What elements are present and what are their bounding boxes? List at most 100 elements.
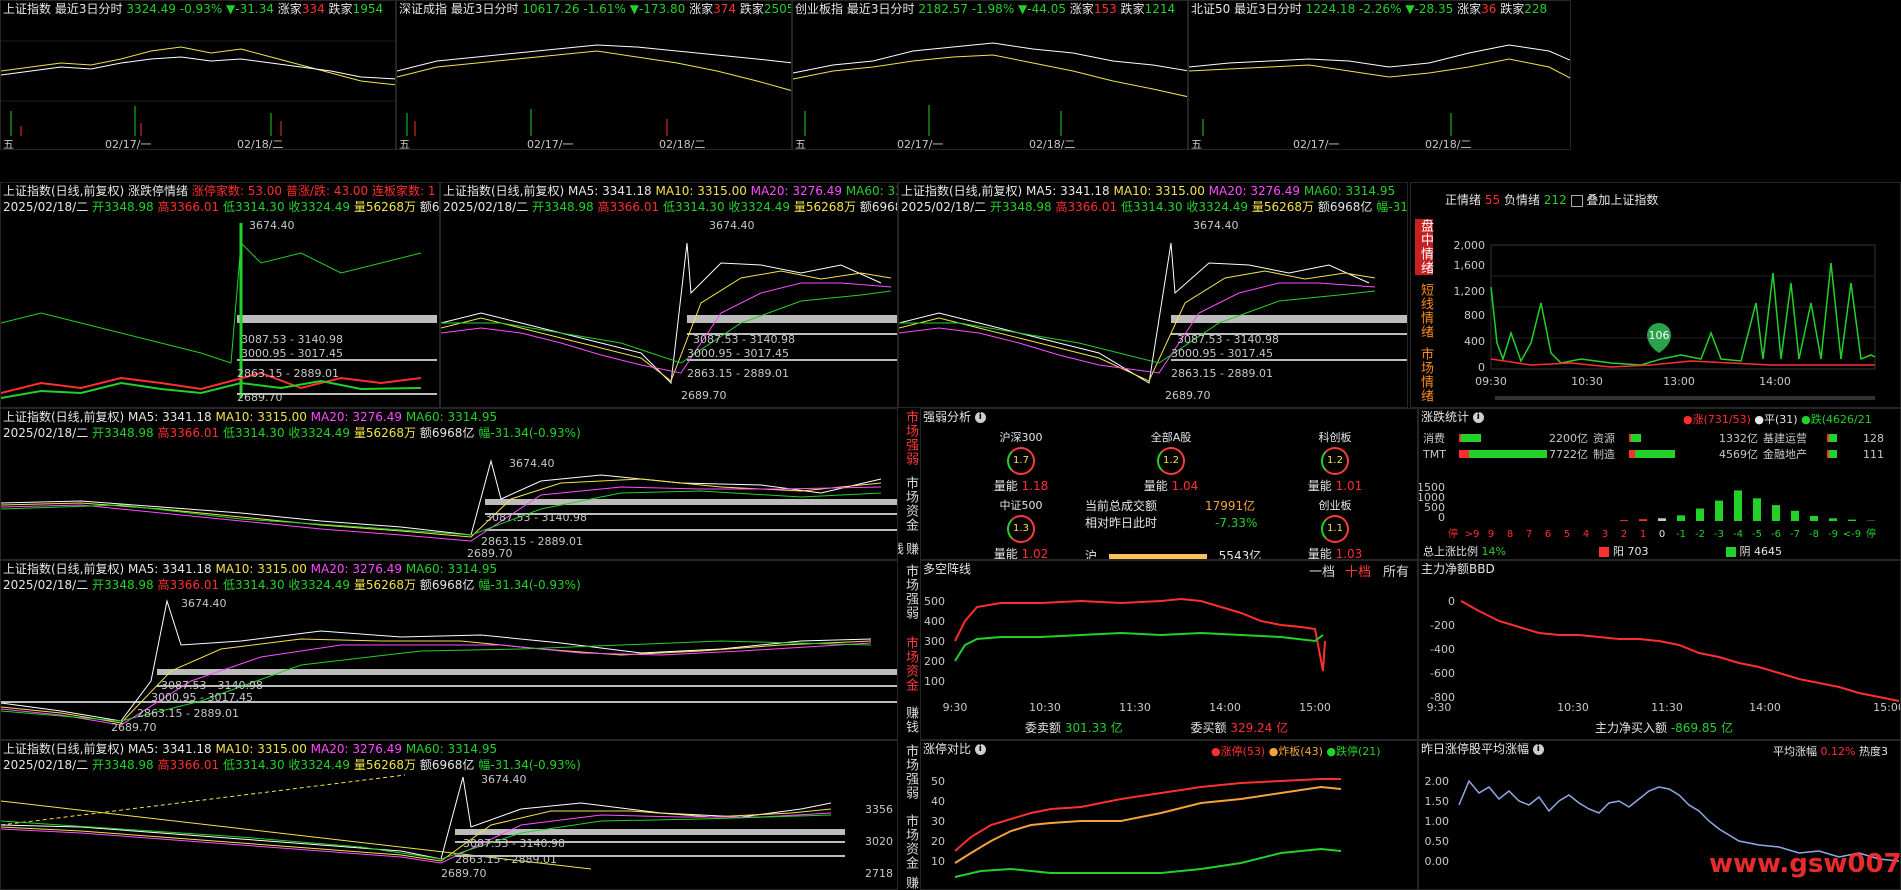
total-label: 当前总成交额 [1085, 499, 1158, 513]
bottom-label: 2689.70 [467, 547, 513, 560]
yang-label: 阳 [1612, 545, 1624, 558]
histogram-bar [1639, 519, 1647, 521]
yin-label: 阴 [1739, 545, 1751, 558]
histogram-bar [1677, 515, 1685, 521]
intraday-chart: 五 02/17/一 02/18/二 [397, 44, 791, 150]
histogram-x-label: 0 [1659, 529, 1665, 540]
histogram-x-label: -6 [1771, 529, 1781, 540]
vol-value: 1.01 [1335, 479, 1363, 493]
histogram-bar [1848, 519, 1856, 521]
tab-profit[interactable]: 赚 [900, 876, 918, 890]
side-tabs-a[interactable]: 市场强弱 市场资金 赚钱 [898, 408, 920, 560]
kline-chart: 3674.40 3087.53 - 3140.98 2863.15 - 2889… [1, 773, 893, 880]
strength-gauge: 1.2 [1321, 447, 1349, 475]
watermark: www.gsw007.com [1709, 849, 1901, 879]
tab-market-fund[interactable]: 市场资金 [900, 636, 918, 692]
yin-value: 4645 [1753, 545, 1782, 558]
zone-label: 3087.53 - 3140.98 [241, 333, 343, 346]
zone-label: 3000.95 - 3017.45 [241, 347, 343, 360]
side-tabs-c[interactable]: 市场强弱 市场资金 赚 [898, 740, 920, 890]
x-tick: 10:30 [1029, 701, 1061, 714]
tab-market-fund[interactable]: 市场资金 [900, 814, 918, 870]
strength-item[interactable]: 沪深300 1.7 量能 1.18 [981, 429, 1061, 494]
bottom-label: 2689.70 [111, 721, 157, 734]
y-tick: 0.50 [1425, 835, 1450, 848]
side-tabs-b[interactable]: 市场强弱 市场资金 赚钱 [898, 560, 920, 740]
kline-panel-6[interactable]: 上证指数(日线,前复权) MA5: 3341.18 MA10: 3315.00 … [0, 740, 898, 890]
tab-profit[interactable]: 赚钱 [900, 706, 918, 734]
y-tick: -600 [1430, 667, 1455, 680]
kline-panel-4[interactable]: 上证指数(日线,前复权) MA5: 3341.18 MA10: 3315.00 … [0, 408, 898, 560]
y-tick: -200 [1430, 619, 1455, 632]
histogram-x-label: -1 [1676, 529, 1686, 540]
strength-item-name: 沪深300 [999, 431, 1043, 444]
strength-item-name: 全部A股 [1150, 431, 1192, 444]
histogram-bar [1696, 508, 1704, 521]
bbd-panel[interactable]: 主力净额BBD 0 -200 -400 -600 -800 9:30 10:30… [1418, 560, 1901, 740]
bbd-value: -869.85 亿 [1670, 721, 1733, 735]
strength-gauge: 1.7 [1007, 447, 1035, 475]
strength-item[interactable]: 中证500 1.3 量能 1.02 [981, 497, 1061, 559]
strength-item[interactable]: 全部A股 1.2 量能 1.04 [1131, 429, 1211, 494]
index-panel-shenzhen[interactable]: 深证成指 最近3日分时 10617.26 -1.61% ▼-173.80 涨家3… [396, 0, 792, 150]
index-panel-bse50[interactable]: 北证50 最近3日分时 1224.18 -2.26% ▼-28.35 涨家36 … [1188, 0, 1571, 150]
histogram-x-label: 7 [1526, 529, 1532, 540]
histogram-x-label: -7 [1790, 529, 1800, 540]
strength-item[interactable]: 创业板 1.1 量能 1.03 [1295, 497, 1375, 560]
kline-panel-3[interactable]: 上证指数(日线,前复权) MA5: 3341.18 MA10: 3315.00 … [898, 182, 1408, 408]
y-tick: 10 [931, 855, 945, 868]
yesterday-panel[interactable]: 昨日涨停股平均涨幅 i 平均涨幅 0.12% 热度3 2.00 1.50 1.0… [1418, 740, 1901, 890]
kline-panel-1[interactable]: 上证指数(日线,前复权) 涨跌停情绪 涨停家数: 53.00 普涨/跌: 43.… [0, 182, 440, 408]
tab-market-strength[interactable]: 市场强弱 [900, 744, 918, 800]
index-panel-chinext[interactable]: 创业板指 最近3日分时 2182.57 -1.98% ▼-44.05 涨家153… [792, 0, 1188, 150]
info-icon[interactable]: i [974, 412, 986, 423]
y-tick: -400 [1430, 643, 1455, 656]
x-tick: 9:30 [943, 701, 968, 714]
tab-profit[interactable]: 赚钱 [898, 538, 918, 560]
up-ratio-label: 总上涨比例 [1423, 545, 1478, 558]
x-tick: 11:30 [1651, 701, 1683, 714]
peak-label: 3674.40 [709, 219, 755, 232]
vol-value: 1.03 [1335, 547, 1363, 560]
date-tick: 五 [399, 138, 410, 150]
histogram-x-label: -2 [1695, 529, 1705, 540]
kline-panel-5[interactable]: 上证指数(日线,前复权) MA5: 3341.18 MA10: 3315.00 … [0, 560, 898, 740]
bottom-label: 2689.70 [237, 391, 283, 404]
date-tick: 五 [3, 138, 14, 150]
strength-panel[interactable]: 强弱分析 i 沪深300 1.7 量能 1.18 全部A股 1.2 量能 1.0… [920, 408, 1418, 560]
date-tick: 五 [795, 138, 806, 150]
x-tick: 14:00 [1209, 701, 1241, 714]
sentiment-badge: 106 [1649, 329, 1670, 342]
y-tick: 2,000 [1454, 239, 1486, 252]
peak-label: 3674.40 [249, 219, 295, 232]
histogram-x-label: 1 [1640, 529, 1646, 540]
sentiment-panel[interactable]: 盘中情绪 短线情绪 市场情绪 正情绪 55 负情绪 212 叠加上证指数 2,0… [1410, 182, 1901, 408]
total-value: 17991亿 [1205, 499, 1256, 513]
limit-panel[interactable]: 涨停对比 i ●涨停(53) ●炸板(43) ●跌停(21) 50 40 30 … [920, 740, 1418, 890]
y-tick: 800 [1464, 309, 1485, 322]
updown-panel[interactable]: 涨跌统计 i ●涨(731/53) ●平(31) ●跌(4626/21 消费 2… [1418, 408, 1901, 560]
tab-market-fund[interactable]: 市场资金 [900, 476, 918, 532]
y-tick: 400 [924, 615, 945, 628]
x-tick: 09:30 [1475, 375, 1507, 388]
sell-label: 委卖额 [1025, 721, 1062, 735]
kline-panel-2[interactable]: 上证指数(日线,前复权) MA5: 3341.18 MA10: 3315.00 … [440, 182, 898, 408]
time-scrollbar[interactable] [1495, 396, 1875, 400]
zone-label: 2863.15 - 2889.01 [137, 707, 239, 720]
peak-label: 3674.40 [181, 597, 227, 610]
duokong-panel[interactable]: 多空阵线 一档 十档 所有 500 400 300 200 100 9:30 1… [920, 560, 1418, 740]
tab-market-strength[interactable]: 市场强弱 [900, 410, 918, 466]
histogram-x-label: 8 [1507, 529, 1513, 540]
y-tick: 50 [931, 775, 945, 788]
index-panel-shanghai[interactable]: 上证指数 最近3日分时 3324.49 -0.93% ▼-31.34 涨家334… [0, 0, 396, 150]
histogram-x-label: 2 [1621, 529, 1627, 540]
sh-bar [1108, 553, 1207, 559]
histogram-x-label: <-9 [1843, 529, 1861, 540]
tab-market-strength[interactable]: 市场强弱 [900, 564, 918, 620]
yang-value: 703 [1627, 545, 1649, 558]
kline-chart: 3674.40 3087.53 - 3140.98 3000.95 - 3017… [441, 219, 897, 402]
date-tick: 五 [1191, 138, 1202, 150]
kline-chart: 3674.40 3087.53 - 3140.98 3000.95 - 3017… [899, 219, 1407, 402]
strength-item[interactable]: 科创板 1.2 量能 1.01 [1295, 429, 1375, 494]
limit-chart: 50 40 30 20 10 [931, 775, 1342, 878]
